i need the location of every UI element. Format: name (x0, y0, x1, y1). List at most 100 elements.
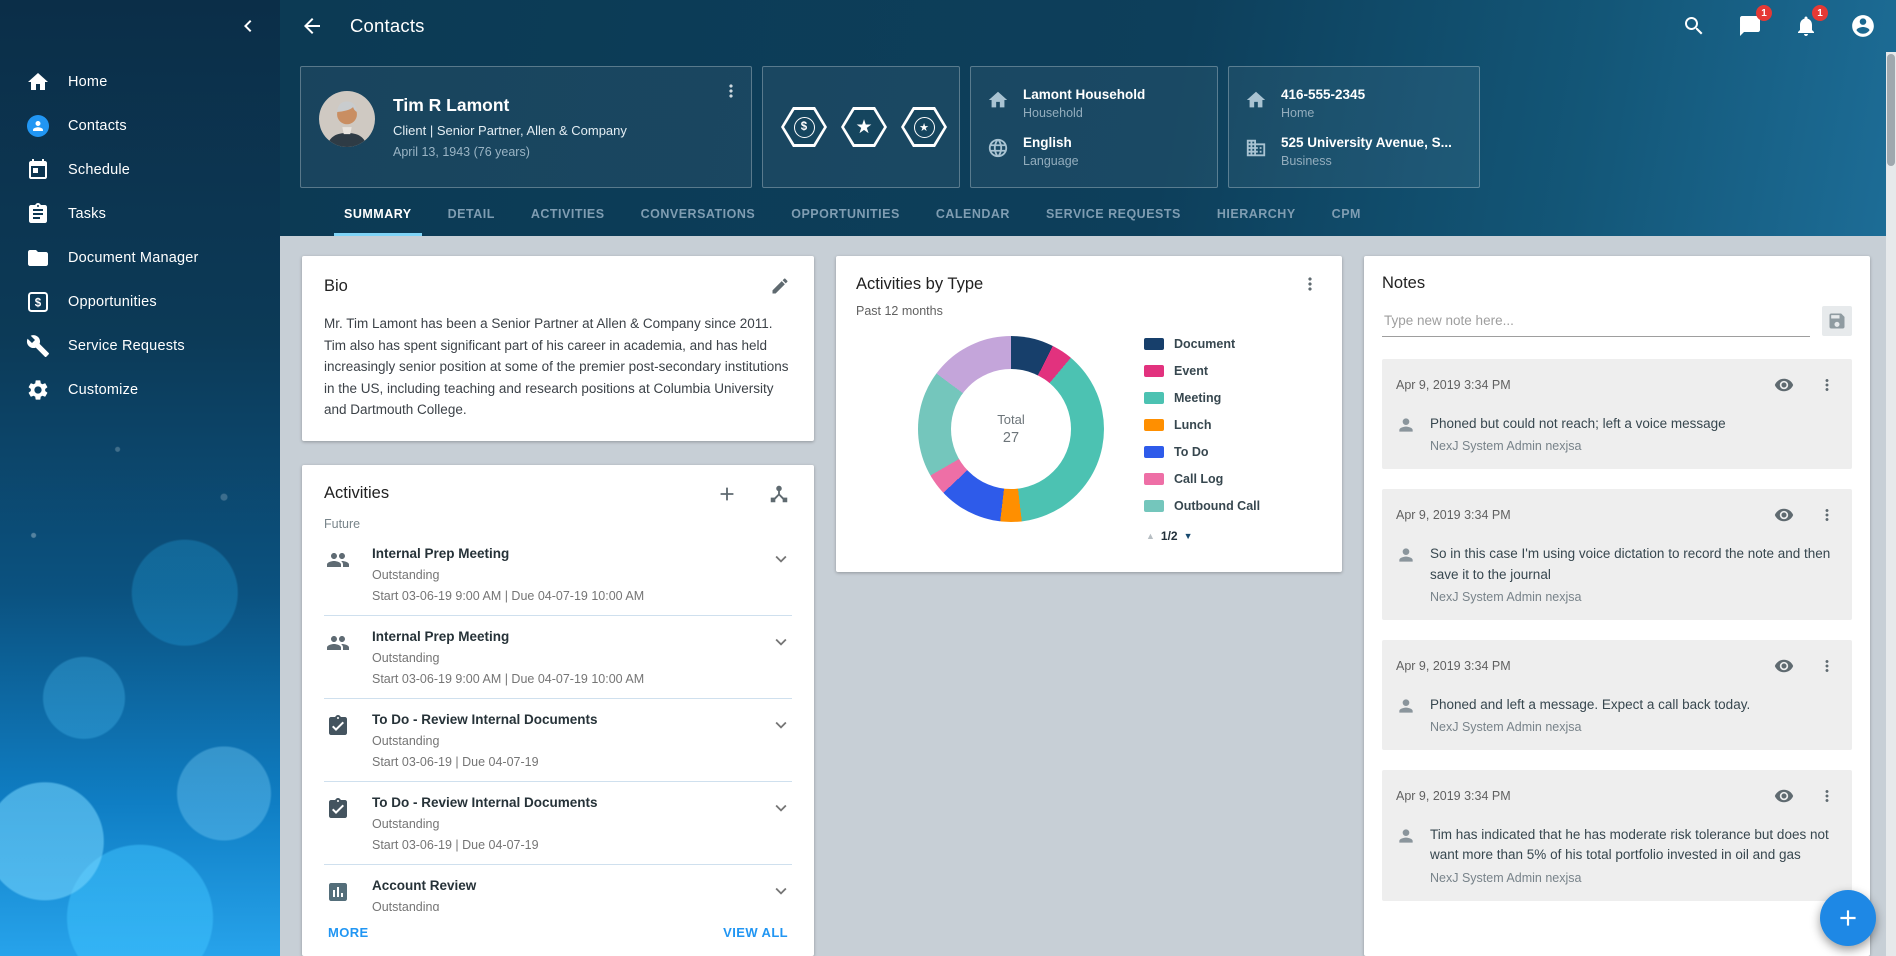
sidebar-item-opportunities[interactable]: $ Opportunities (0, 280, 280, 324)
note-menu-button[interactable] (1816, 374, 1838, 396)
legend-item: Lunch (1144, 411, 1322, 438)
legend-item: Call Log (1144, 465, 1322, 492)
gear-icon (26, 378, 50, 402)
add-fab-button[interactable] (1820, 890, 1876, 946)
note-item[interactable]: Apr 9, 2019 3:34 PM Phoned but could not… (1382, 359, 1852, 469)
note-item[interactable]: Apr 9, 2019 3:34 PM Phoned and left a me… (1382, 640, 1852, 750)
household-row: Lamont Household Household (987, 87, 1145, 120)
activity-item[interactable]: Account Review Outstanding Start 24-05-1… (324, 865, 792, 911)
scrollbar-thumb[interactable] (1887, 54, 1895, 166)
contact-cards-row: Tim R Lamont Client | Senior Partner, Al… (300, 66, 1876, 188)
star-seal-badge-icon[interactable]: ★ (901, 107, 947, 147)
sidebar-item-document-manager[interactable]: Document Manager (0, 236, 280, 280)
hierarchy-icon (768, 483, 790, 505)
household-card: Lamont Household Household English Langu… (970, 66, 1218, 188)
note-menu-button[interactable] (1816, 504, 1838, 526)
plus-icon (716, 483, 738, 505)
tab-conversations[interactable]: CONVERSATIONS (623, 207, 774, 236)
note-visibility-button[interactable] (1772, 654, 1796, 678)
activities-list: Internal Prep Meeting Outstanding Start … (324, 533, 792, 911)
notes-card: Notes Apr 9, 2019 3:34 PM (1364, 256, 1870, 956)
chevron-down-icon[interactable] (770, 631, 792, 653)
people-icon (326, 548, 350, 572)
chevron-down-icon[interactable] (770, 714, 792, 736)
tab-opportunities[interactable]: OPPORTUNITIES (773, 207, 918, 236)
sidebar-item-contacts[interactable]: Contacts (0, 104, 280, 148)
chart-total: 27 (1003, 430, 1019, 446)
topbar: Contacts 1 1 (280, 0, 1896, 52)
page-up-icon[interactable]: ▲ (1146, 531, 1155, 541)
home-icon (987, 89, 1009, 111)
chevron-left-icon (236, 14, 260, 38)
column-left: Bio Mr. Tim Lamont has been a Senior Par… (302, 256, 814, 956)
chevron-down-icon[interactable] (770, 797, 792, 819)
more-vert-icon (1818, 506, 1836, 524)
sidebar-item-tasks[interactable]: Tasks (0, 192, 280, 236)
page-scrollbar[interactable] (1886, 52, 1896, 956)
legend-swatch (1144, 365, 1164, 377)
more-button[interactable]: MORE (328, 925, 369, 940)
activities-group-label: Future (324, 517, 792, 531)
note-visibility-button[interactable] (1772, 784, 1796, 808)
note-item[interactable]: Apr 9, 2019 3:34 PM So in this case I'm … (1382, 489, 1852, 620)
legend-swatch (1144, 473, 1164, 485)
sidebar-item-service-requests[interactable]: Service Requests (0, 324, 280, 368)
svg-text:$: $ (35, 297, 42, 309)
chevron-down-icon[interactable] (770, 548, 792, 570)
opportunities-icon: $ (26, 290, 50, 314)
tab-cpm[interactable]: CPM (1314, 207, 1379, 236)
column-middle: Activities by Type Past 12 months Total (836, 256, 1342, 956)
account-button[interactable] (1848, 11, 1878, 41)
tab-service-requests[interactable]: SERVICE REQUESTS (1028, 207, 1199, 236)
eye-icon (1774, 375, 1794, 395)
legend-swatch (1144, 338, 1164, 350)
tab-hierarchy[interactable]: HIERARCHY (1199, 207, 1314, 236)
tab-detail[interactable]: DETAIL (430, 207, 513, 236)
sidebar-collapse-button[interactable] (230, 8, 266, 44)
back-button[interactable] (296, 10, 328, 42)
tab-calendar[interactable]: CALENDAR (918, 207, 1028, 236)
page-down-icon[interactable]: ▼ (1184, 531, 1193, 541)
phone-row: 416-555-2345 Home (1245, 87, 1365, 120)
tab-summary[interactable]: SUMMARY (326, 207, 430, 236)
note-item[interactable]: Apr 9, 2019 3:34 PM Tim has indicated th… (1382, 770, 1852, 901)
chevron-down-icon[interactable] (770, 880, 792, 902)
messages-button[interactable]: 1 (1736, 12, 1764, 40)
note-visibility-button[interactable] (1772, 373, 1796, 397)
note-visibility-button[interactable] (1772, 503, 1796, 527)
contacts-icon (26, 114, 50, 138)
hierarchy-view-button[interactable] (766, 481, 792, 507)
save-note-button[interactable] (1822, 306, 1852, 336)
bio-edit-button[interactable] (768, 274, 792, 298)
legend-swatch (1144, 419, 1164, 431)
star-badge-icon[interactable]: ★ (841, 107, 887, 147)
sidebar-item-schedule[interactable]: Schedule (0, 148, 280, 192)
activity-item[interactable]: Internal Prep Meeting Outstanding Start … (324, 616, 792, 699)
activity-item[interactable]: Internal Prep Meeting Outstanding Start … (324, 533, 792, 616)
legend-item: To Do (1144, 438, 1322, 465)
add-activity-button[interactable] (714, 481, 740, 507)
legend-item: Event (1144, 357, 1322, 384)
notifications-button[interactable]: 1 (1792, 12, 1820, 40)
tab-activities[interactable]: ACTIVITIES (513, 207, 623, 236)
activity-item[interactable]: To Do - Review Internal Documents Outsta… (324, 782, 792, 865)
activities-card: Activities Future (302, 465, 814, 956)
arrow-back-icon (300, 14, 324, 38)
search-button[interactable] (1680, 12, 1708, 40)
note-menu-button[interactable] (1816, 785, 1838, 807)
sidebar-item-home[interactable]: Home (0, 60, 280, 104)
chart-title: Activities by Type (856, 275, 983, 294)
topbar-actions: 1 1 (1680, 11, 1878, 41)
chart-menu-button[interactable] (1298, 272, 1322, 296)
legend-item: Meeting (1144, 384, 1322, 411)
note-input[interactable] (1382, 305, 1810, 337)
bio-title: Bio (324, 277, 348, 296)
profile-menu-button[interactable] (717, 77, 745, 105)
view-all-button[interactable]: VIEW ALL (723, 925, 788, 940)
more-vert-icon (1818, 787, 1836, 805)
note-menu-button[interactable] (1816, 655, 1838, 677)
sidebar-item-customize[interactable]: Customize (0, 368, 280, 412)
person-icon (1396, 826, 1416, 846)
dollar-badge-icon[interactable]: $ (781, 107, 827, 147)
activity-item[interactable]: To Do - Review Internal Documents Outsta… (324, 699, 792, 782)
